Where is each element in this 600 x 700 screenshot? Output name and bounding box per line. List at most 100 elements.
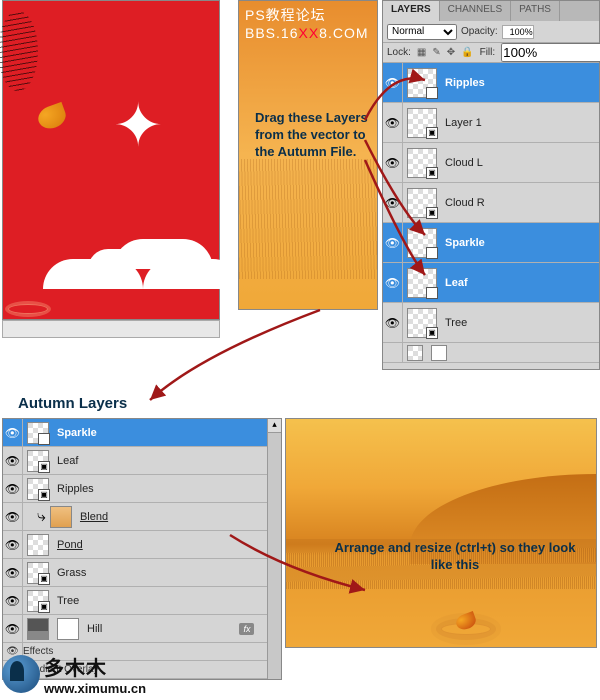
fill-label: Fill: [480,47,496,58]
layer-thumbnail[interactable]: ▣ [407,108,437,138]
layer-name: Hill [87,623,102,635]
layer-row-hill-b[interactable]: 👁 Hill fx ▾ [3,615,281,643]
visibility-toggle-icon[interactable]: 👁 [3,531,23,558]
tab-layers[interactable]: LAYERS [383,1,440,21]
watermark-text1: 多木木 [44,652,146,681]
layer-thumbnail[interactable]: ▣ [27,450,49,472]
layer-row-sparkle[interactable]: 👁 ▣ Sparkle [383,223,599,263]
visibility-toggle-icon[interactable]: 👁 [383,223,403,262]
panel-options-row: Normal Opacity: [383,21,599,43]
scrollbar[interactable]: ▴ [267,419,281,679]
fx-badge[interactable]: fx [239,623,254,635]
visibility-toggle-icon[interactable]: 👁 [3,475,23,502]
tab-channels[interactable]: CHANNELS [440,1,511,21]
layer-row-leaf-b[interactable]: 👁 ▣ Leaf [3,447,281,475]
layer-name: Leaf [57,455,78,467]
fill-input[interactable] [501,43,600,62]
layer-list-vector: 👁 ▣ Ripples 👁 ▣ Layer 1 👁 ▣ Cloud L 👁 ▣ … [383,63,599,363]
smart-object-badge-icon: ▣ [426,127,438,139]
smart-object-badge-icon: ▣ [426,207,438,219]
blend-mode-select[interactable]: Normal [387,24,457,40]
ripples-artwork [8,304,48,314]
lock-label: Lock: [387,47,411,58]
layer-thumbnail[interactable] [27,618,49,640]
layer-name: Sparkle [57,427,97,439]
visibility-toggle-icon[interactable]: 👁 [383,263,403,302]
smart-object-badge-icon: ▣ [38,489,50,501]
sparkle-artwork: ✦ [113,91,163,161]
layer-name: Leaf [445,277,468,289]
layer-name: Cloud R [445,197,485,209]
scroll-up-icon[interactable]: ▴ [268,419,281,433]
layer-thumbnail[interactable]: ▣ [27,478,49,500]
layer-mask-thumbnail[interactable] [57,618,79,640]
layers-panel-vector: LAYERS CHANNELS PATHS Normal Opacity: Lo… [382,0,600,370]
layer-row-ripples[interactable]: 👁 ▣ Ripples [383,63,599,103]
layer-row-blend-b[interactable]: 👁 ⤷ Blend [3,503,281,531]
smart-object-badge-icon: ▣ [38,601,50,613]
layer-row-cloudr[interactable]: 👁 ▣ Cloud R [383,183,599,223]
layer-thumbnail[interactable]: ▣ [407,268,437,298]
layer-row-pond-b[interactable]: 👁 Pond [3,531,281,559]
visibility-toggle-icon[interactable]: 👁 [383,103,403,142]
smart-object-badge-icon: ▣ [38,433,50,445]
smart-object-badge-icon: ▣ [38,461,50,473]
layer-thumbnail[interactable]: ▣ [27,590,49,612]
visibility-toggle-icon[interactable]: 👁 [3,559,23,586]
lock-transparent-icon[interactable]: ▦ [417,47,426,58]
layer-row-leaf[interactable]: 👁 ▣ Leaf [383,263,599,303]
autumn-preview-canvas[interactable] [285,418,597,648]
layer-thumbnail[interactable]: ▣ [27,422,49,444]
layer-name: Ripples [57,483,94,495]
layer-name: Layer 1 [445,117,482,129]
layer-row-layer1[interactable]: 👁 ▣ Layer 1 [383,103,599,143]
layer-row-tree-b[interactable]: 👁 ▣ Tree [3,587,281,615]
layer-row-cloudl[interactable]: 👁 ▣ Cloud L [383,143,599,183]
layer-thumbnail[interactable] [27,534,49,556]
layer-thumbnail[interactable]: ▣ [407,188,437,218]
layer-row-grass-b[interactable]: 👁 ▣ Grass [3,559,281,587]
smart-object-badge-icon: ▣ [426,327,438,339]
visibility-toggle-icon[interactable]: 👁 [3,447,23,474]
opacity-input[interactable] [502,25,534,39]
layer-name: Ripples [445,77,485,89]
visibility-toggle-icon[interactable]: 👁 [3,503,23,530]
layer-name: Blend [80,511,108,523]
ruler-bottom [2,320,220,338]
layer-thumbnail[interactable]: ▣ [407,68,437,98]
layer-mask-thumbnail[interactable] [431,345,447,361]
visibility-toggle-icon[interactable]: 👁 [383,303,403,342]
layer-thumbnail[interactable] [407,345,423,361]
lock-move-icon[interactable]: ✥ [447,47,455,58]
smart-object-badge-icon: ▣ [426,287,438,299]
watermark-text2: www.ximumu.cn [44,681,146,696]
vector-canvas[interactable]: ✦ [2,0,220,320]
visibility-toggle-icon[interactable]: 👁 [383,63,403,102]
tab-paths[interactable]: PATHS [511,1,560,21]
lock-all-icon[interactable]: 🔒 [461,47,473,58]
layer-thumbnail[interactable]: ▣ [27,562,49,584]
visibility-toggle-icon[interactable]: 👁 [383,143,403,182]
layer-name: Sparkle [445,237,485,249]
leaf-artwork [35,102,69,132]
visibility-toggle-icon[interactable] [383,343,403,362]
layer-thumbnail[interactable] [50,506,72,528]
top-section: ✦ Drag these Layers from the vector to t… [0,0,600,370]
visibility-toggle-icon[interactable]: 👁 [3,587,23,614]
layer-row-empty[interactable] [383,343,599,363]
layer-row-sparkle-b[interactable]: 👁 ▣ Sparkle [3,419,281,447]
layer-row-ripples-b[interactable]: 👁 ▣ Ripples [3,475,281,503]
visibility-toggle-icon[interactable]: 👁 [3,419,23,446]
opacity-label: Opacity: [461,26,498,37]
layer-thumbnail[interactable]: ▣ [407,228,437,258]
grass-artwork [239,159,377,279]
visibility-toggle-icon[interactable]: 👁 [3,615,23,642]
layers-panel-autumn: 👁 ▣ Sparkle 👁 ▣ Leaf 👁 ▣ Ripples 👁 ⤷ Ble… [2,418,282,680]
visibility-toggle-icon[interactable]: 👁 [383,183,403,222]
layer-thumbnail[interactable]: ▣ [407,148,437,178]
layer-row-tree[interactable]: 👁 ▣ Tree [383,303,599,343]
layer-thumbnail[interactable]: ▣ [407,308,437,338]
watermark-top: PS教程论坛 BBS.16XX8.COM [245,5,369,41]
lock-brush-icon[interactable]: ✎ [432,47,440,58]
panel-tabs: LAYERS CHANNELS PATHS [383,1,599,21]
